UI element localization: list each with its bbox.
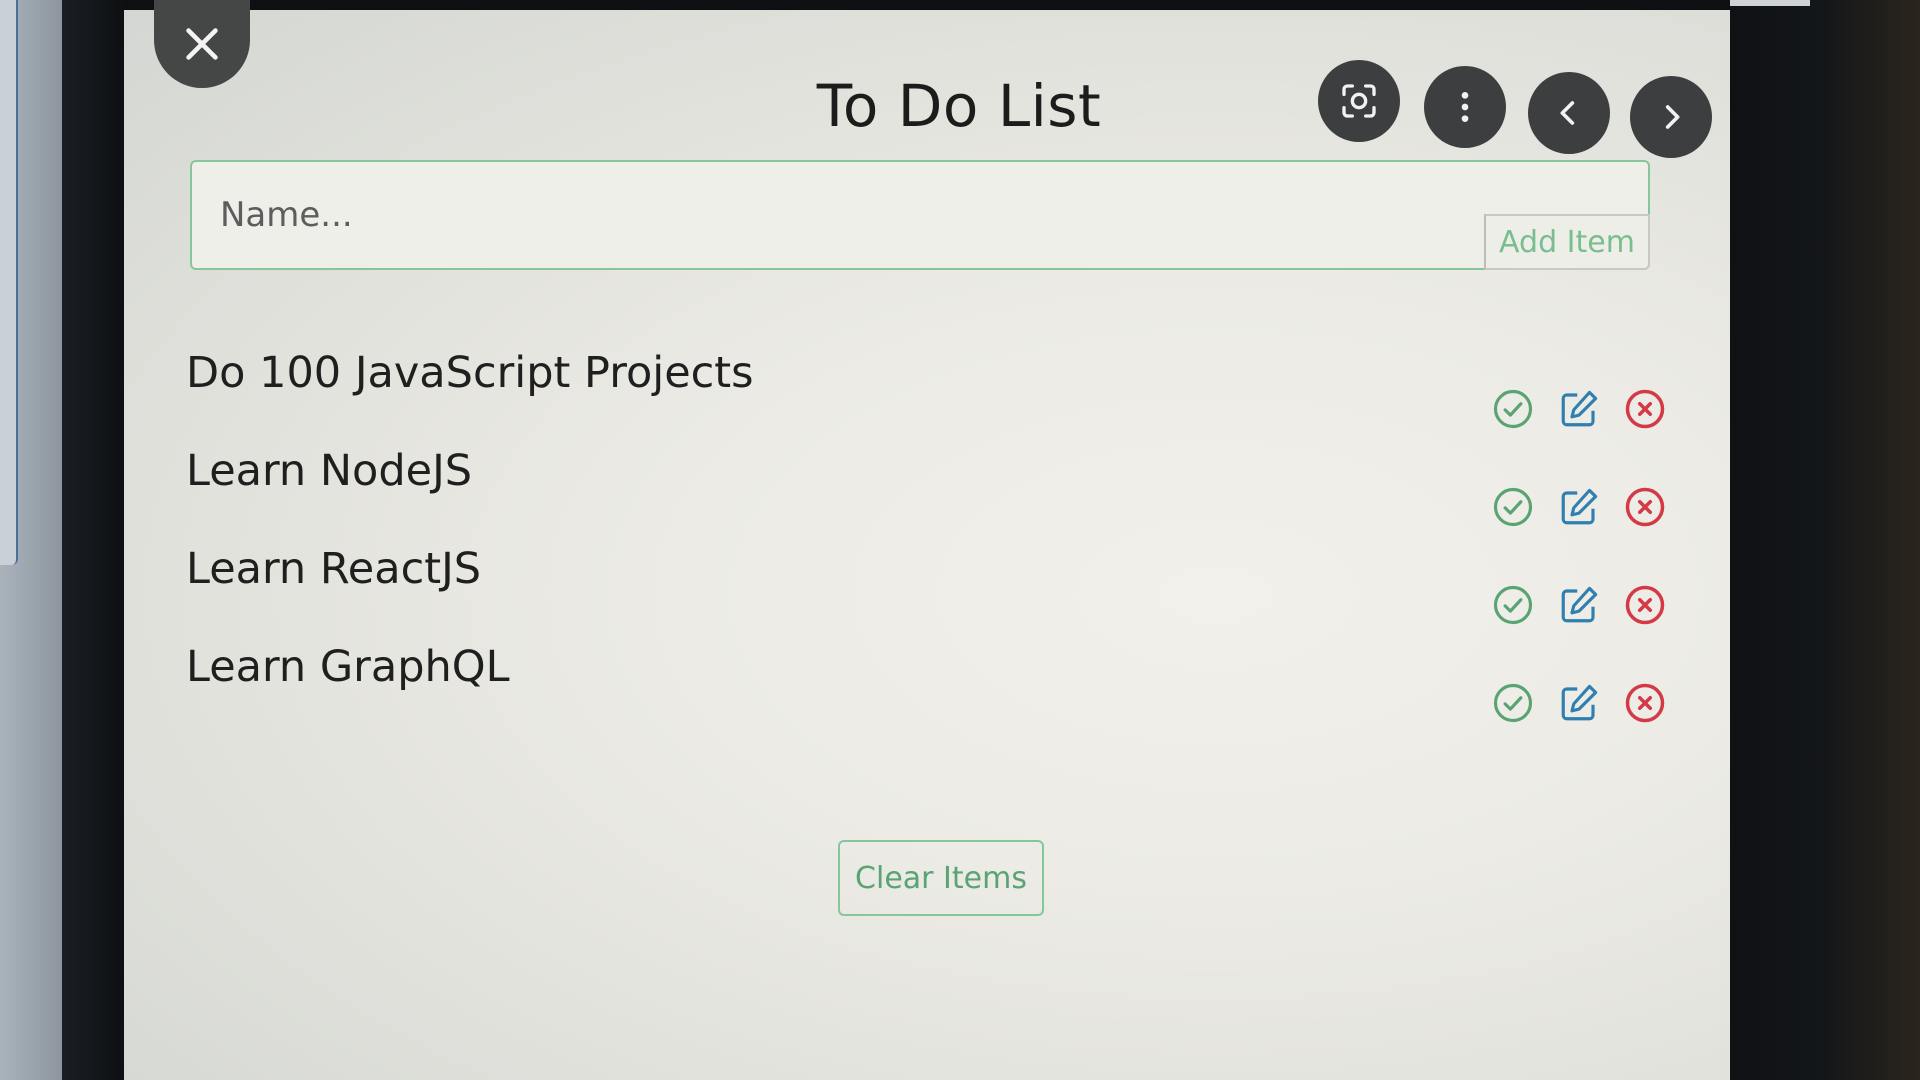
item-actions [1492,486,1666,528]
edit-button[interactable] [1558,388,1600,430]
edit-button[interactable] [1558,486,1600,528]
item-label: Learn GraphQL [186,642,510,692]
item-label: Do 100 JavaScript Projects [186,348,754,398]
delete-button[interactable] [1624,388,1666,430]
delete-button[interactable] [1624,486,1666,528]
list-item: Learn NodeJS [186,438,1666,536]
more-options-button[interactable] [1424,66,1506,148]
list-item: Learn GraphQL [186,634,1666,732]
check-circle-icon [1493,585,1533,625]
x-circle-icon [1625,585,1665,625]
complete-button[interactable] [1492,682,1534,724]
clear-items-button[interactable]: Clear Items [838,840,1044,916]
next-button[interactable] [1630,76,1712,158]
item-actions [1492,682,1666,724]
item-actions [1492,388,1666,430]
left-bezel [0,0,62,1080]
top-right-strip [1730,0,1810,6]
edit-button[interactable] [1558,584,1600,626]
x-circle-icon [1625,487,1665,527]
top-bezel [124,0,1730,10]
complete-button[interactable] [1492,388,1534,430]
check-circle-icon [1493,683,1533,723]
app-window: To Do List Add Item [124,0,1730,1080]
edit-icon [1561,684,1598,721]
screenshot-button[interactable] [1318,60,1400,142]
more-vertical-icon [1461,92,1469,122]
x-circle-icon [1625,683,1665,723]
chevron-left-icon [1560,101,1575,125]
close-x-icon [186,28,218,60]
add-item-form: Add Item [190,160,1650,270]
list-item: Learn ReactJS [186,536,1666,634]
chevron-right-icon [1665,105,1680,129]
scan-focus-icon [1342,84,1376,118]
check-circle-icon [1493,487,1533,527]
complete-button[interactable] [1492,486,1534,528]
previous-button[interactable] [1528,72,1610,154]
right-bezel [1730,0,1920,1080]
edit-button[interactable] [1558,682,1600,724]
todo-list: Do 100 JavaScript Projects Learn NodeJS [186,340,1666,732]
item-label: Learn NodeJS [186,446,473,496]
item-label: Learn ReactJS [186,544,482,594]
device-photo-scene: To Do List Add Item [0,0,1920,1080]
add-item-button[interactable]: Add Item [1484,214,1650,270]
check-circle-icon [1493,389,1533,429]
edit-icon [1561,390,1598,427]
item-actions [1492,584,1666,626]
delete-button[interactable] [1624,682,1666,724]
list-item: Do 100 JavaScript Projects [186,340,1666,438]
delete-button[interactable] [1624,584,1666,626]
edit-icon [1561,586,1598,623]
x-circle-icon [1625,389,1665,429]
name-input[interactable] [192,162,1487,268]
complete-button[interactable] [1492,584,1534,626]
edit-icon [1561,488,1598,525]
